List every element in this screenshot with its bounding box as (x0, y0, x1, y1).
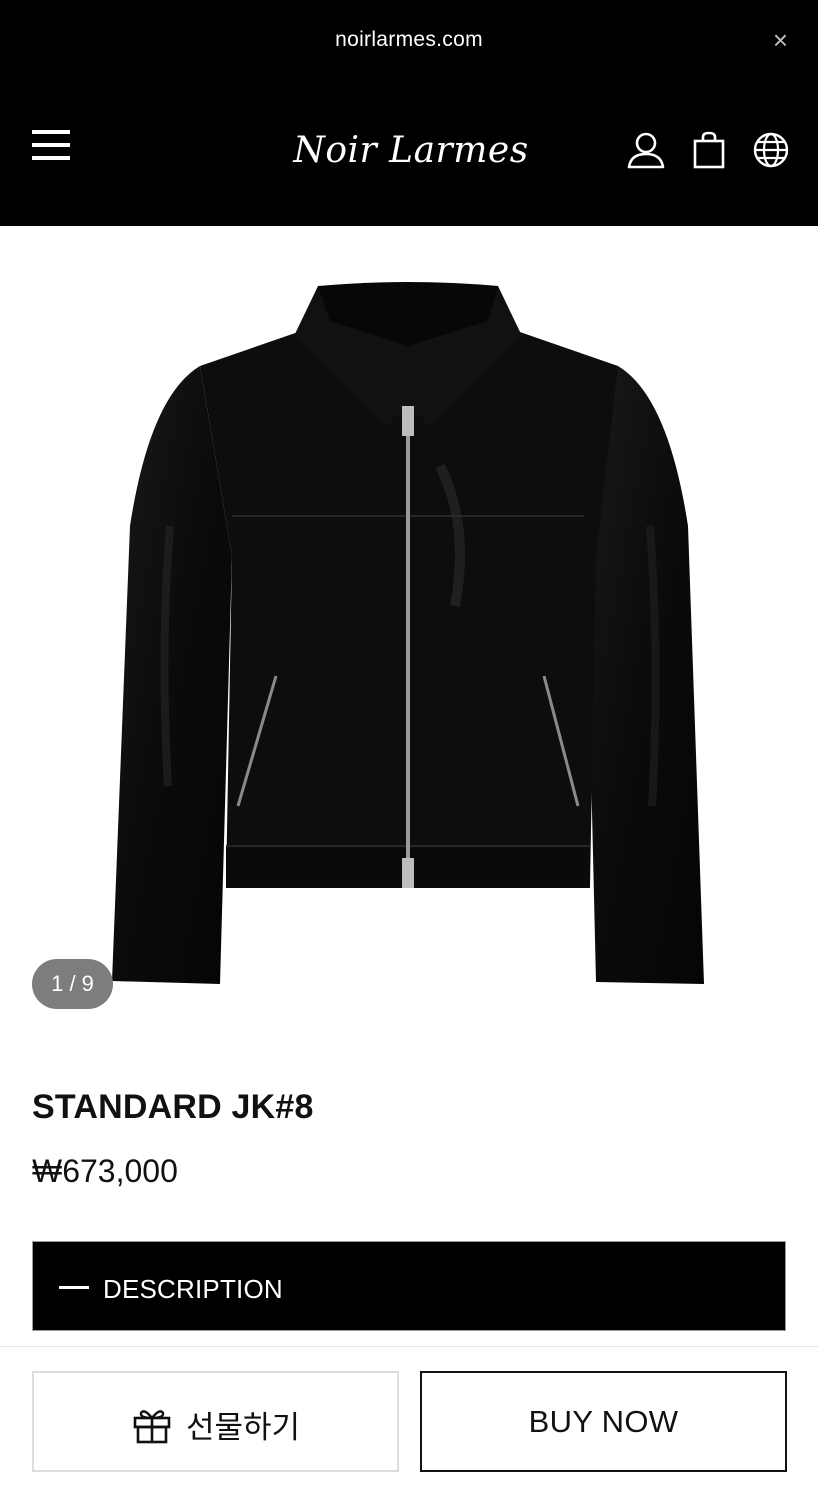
buy-now-button[interactable]: BUY NOW (420, 1371, 787, 1472)
globe-icon[interactable] (751, 130, 791, 170)
gift-button[interactable]: 선물하기 (32, 1371, 399, 1472)
account-icon[interactable] (626, 130, 666, 170)
gift-icon (133, 1410, 171, 1444)
brand-logo-text: Noir Larmes (292, 130, 528, 171)
browser-url-bar: noirlarmes.com × (0, 0, 818, 84)
shopping-bag-icon[interactable] (689, 130, 729, 170)
menu-icon[interactable] (32, 130, 70, 162)
image-counter: 1 / 9 (32, 959, 113, 1009)
bottom-action-bar: 선물하기 BUY NOW (0, 1346, 818, 1500)
brand-logo[interactable]: Noir Larmes (282, 120, 540, 180)
site-header: Noir Larmes (0, 84, 818, 226)
product-gallery[interactable] (0, 226, 818, 1026)
collapse-icon (59, 1286, 89, 1289)
description-toggle[interactable]: DESCRIPTION (32, 1241, 786, 1331)
description-label: DESCRIPTION (103, 1274, 283, 1304)
product-price: ₩673,000 (32, 1153, 178, 1189)
gift-label: 선물하기 (186, 1410, 301, 1446)
product-title: STANDARD JK#8 (32, 1088, 314, 1126)
product-image (112, 282, 704, 984)
close-icon[interactable]: × (773, 25, 788, 55)
url-text[interactable]: noirlarmes.com (0, 28, 818, 52)
